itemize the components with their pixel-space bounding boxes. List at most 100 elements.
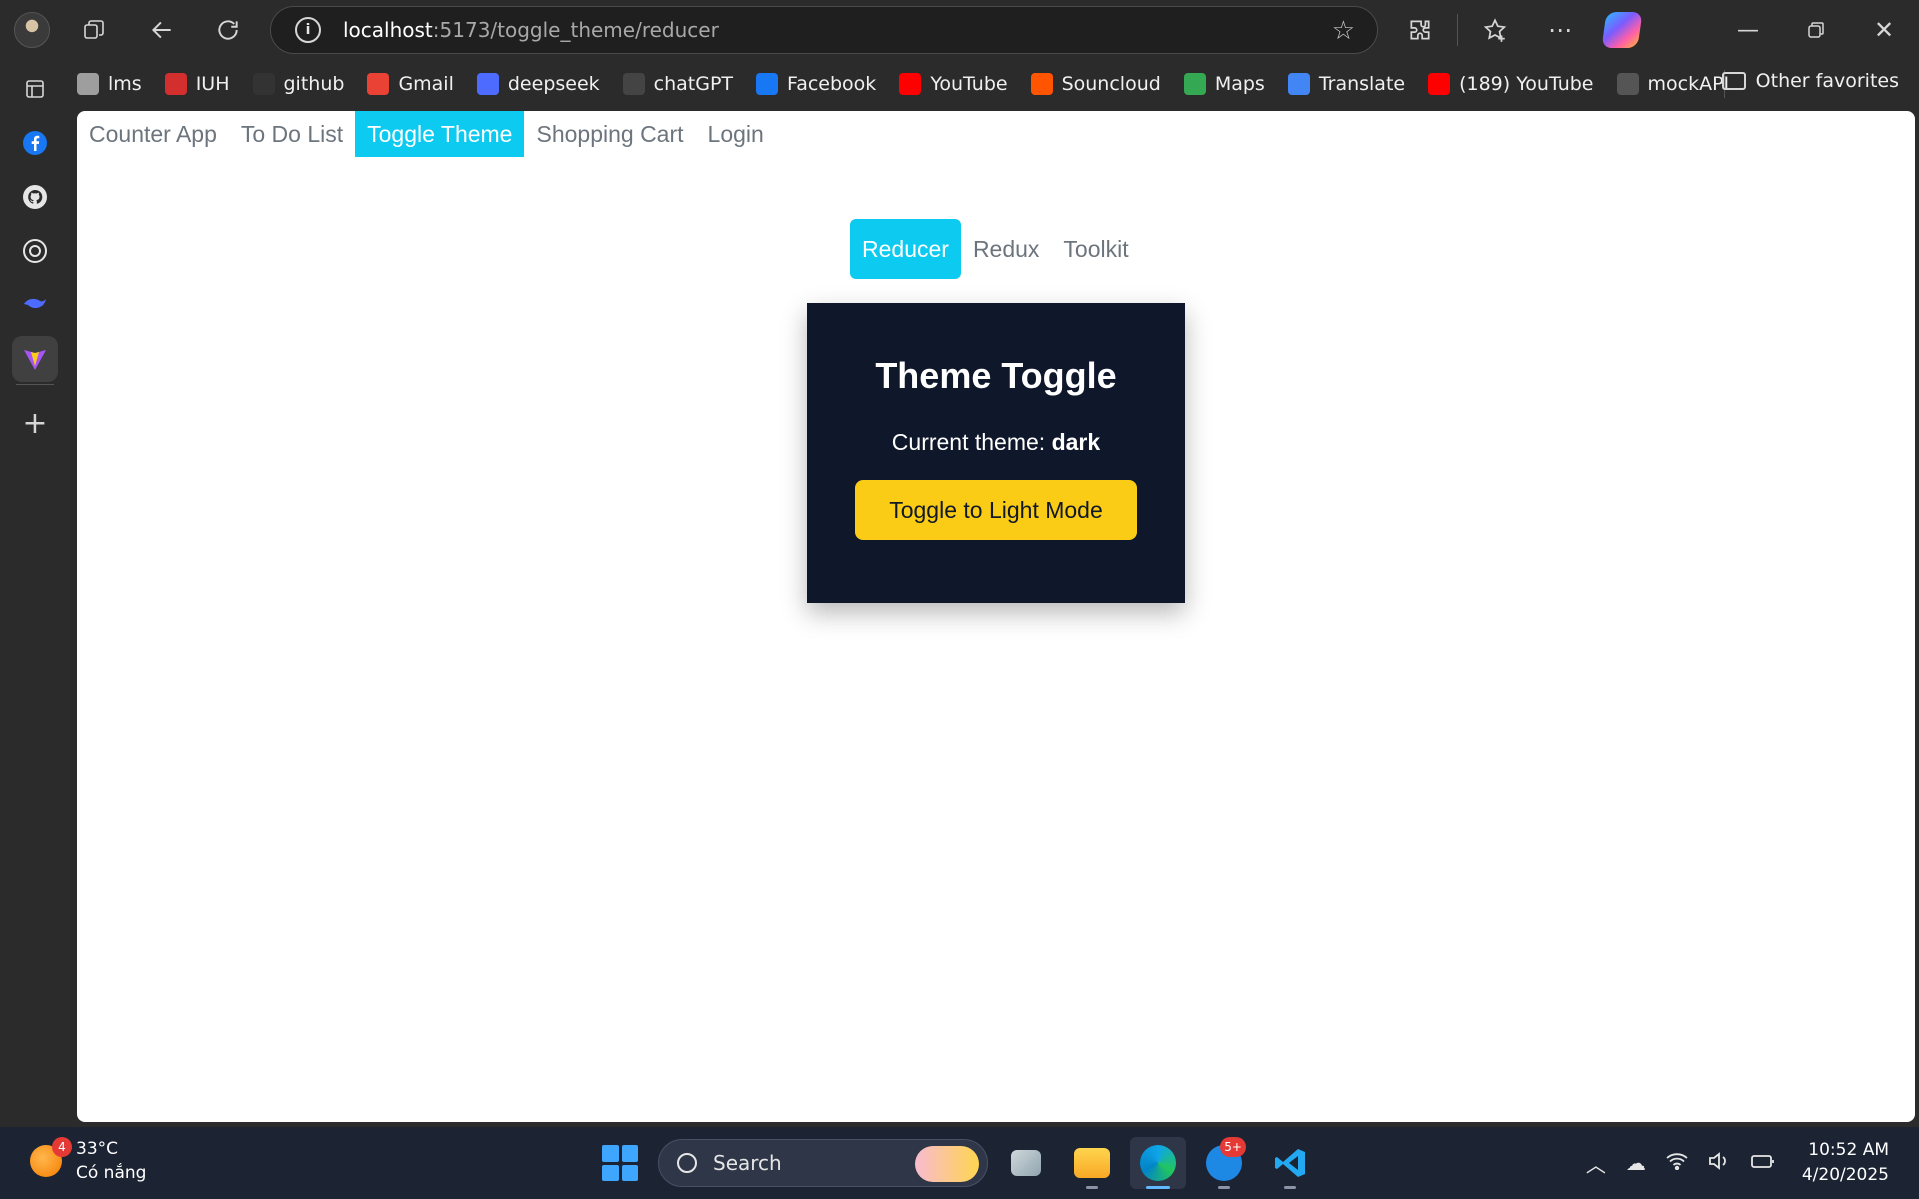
bookmark-label: Maps [1214,73,1265,95]
bookmark-facebook[interactable]: Facebook [756,73,876,95]
bookmark-deepseek[interactable]: deepseek [476,73,600,95]
bookmark-label: deepseek [507,73,600,95]
restore-icon[interactable] [1800,14,1832,46]
github-icon[interactable] [12,174,58,220]
favorite-star-icon[interactable]: ☆ [1332,16,1355,46]
bookmark-label: lms [108,73,142,95]
iuh-icon [164,73,187,95]
profile-avatar[interactable] [14,12,50,48]
site-info-icon[interactable]: i [295,17,321,43]
extensions-icon[interactable] [1404,14,1436,46]
taskbar-search[interactable]: Search [658,1139,988,1187]
battery-icon[interactable] [1750,1151,1776,1175]
bookmark-label: Souncloud [1061,73,1161,95]
edge-icon[interactable] [1130,1137,1186,1189]
nav-link-shopping-cart[interactable]: Shopping Cart [524,111,695,157]
tab-actions-icon[interactable] [12,66,58,112]
minimize-icon[interactable]: — [1732,14,1764,46]
close-icon[interactable]: ✕ [1868,14,1900,46]
nav-link-to-do-list[interactable]: To Do List [229,111,355,157]
system-tray: ︿ ☁ 10:52 AM 4/20/2025 [1566,1135,1889,1191]
theme-card: Theme Toggle Current theme: dark Toggle … [807,303,1185,603]
bookmark-translate[interactable]: Translate [1287,73,1406,95]
bookmarks-bar: lms IUH github Gmail deepseek chatGPT Facebook… [77,62,1752,106]
more-menu-icon[interactable]: ⋯ [1544,14,1576,46]
other-favorites-button[interactable]: Other favorites [1721,70,1899,92]
github-icon [252,73,275,95]
bookmark-gmail[interactable]: Gmail [367,73,454,95]
system-clock[interactable]: 10:52 AM 4/20/2025 [1802,1138,1889,1188]
nav-link-counter-app[interactable]: Counter App [77,111,229,157]
url-path: :5173/toggle_theme/reducer [432,18,719,42]
bookmark-label: Translate [1318,73,1406,95]
favorites-icon[interactable] [1479,14,1511,46]
chatgpt-icon[interactable] [12,228,58,274]
app-nav: Counter App To Do List Toggle Theme Shoppin… [77,111,776,157]
weather-widget[interactable]: 4 33°C Có nắng [30,1137,146,1185]
bookmark-souncloud[interactable]: Souncloud [1030,73,1161,95]
bookmark-label: mockAPI [1647,73,1730,95]
translate-icon [1287,73,1310,95]
subtab-redux[interactable]: Redux [961,219,1051,279]
sidebar-divider [16,384,54,385]
folder-icon [1721,72,1746,90]
youtube-icon [899,73,922,95]
url-text[interactable]: localhost:5173/toggle_theme/reducer [343,18,719,42]
back-icon[interactable] [146,14,178,46]
add-icon[interactable]: + [12,400,58,446]
bookmark-maps[interactable]: Maps [1183,73,1265,95]
bookmark-label: chatGPT [653,73,734,95]
bookmark-github[interactable]: github [252,73,344,95]
clock-date: 4/20/2025 [1801,1165,1889,1185]
toggle-theme-button[interactable]: Toggle to Light Mode [855,480,1137,540]
volume-icon[interactable] [1708,1151,1730,1176]
toolbar-divider [1457,14,1458,46]
mockapi-icon [1616,73,1639,95]
refresh-icon[interactable] [212,14,244,46]
bookmark-label: YouTube [930,73,1008,95]
bookmark-lms[interactable]: lms [77,73,142,95]
weather-sun-icon: 4 [30,1137,72,1177]
wifi-icon[interactable] [1666,1151,1688,1175]
card-title: Theme Toggle [875,355,1117,396]
bookmark-189-youtube[interactable]: (189) YouTube [1428,73,1594,95]
nav-link-toggle-theme[interactable]: Toggle Theme [355,111,525,157]
clock-time: 10:52 AM [1808,1140,1889,1160]
chevron-up-icon[interactable]: ︿ [1586,1149,1606,1178]
workspaces-icon[interactable] [78,14,110,46]
weather-condition: Có nắng [76,1163,147,1183]
weather-temp: 33°C [76,1139,119,1159]
nav-link-login[interactable]: Login [696,111,776,157]
subtab-reducer[interactable]: Reducer [850,219,961,279]
bookmark-iuh[interactable]: IUH [164,73,230,95]
other-favorites-label: Other favorites [1755,70,1899,92]
soundcloud-icon [1030,73,1053,95]
facebook-icon[interactable] [12,120,58,166]
bookmark-label: (189) YouTube [1459,73,1594,95]
maps-icon [1183,73,1206,95]
zalo-icon[interactable]: 5+ [1196,1137,1252,1189]
address-bar[interactable]: i localhost:5173/toggle_theme/reducer ☆ [270,6,1378,54]
vite-app-icon[interactable] [12,336,58,382]
bookmark-label: IUH [195,73,230,95]
url-host: localhost [343,18,433,42]
task-view-icon[interactable] [998,1137,1054,1189]
onedrive-icon[interactable]: ☁ [1626,1151,1646,1175]
subtab-toolkit[interactable]: Toolkit [1051,219,1140,279]
bookmark-chatgpt[interactable]: chatGPT [622,73,734,95]
theme-subtabs: Reducer Redux Toolkit [850,219,1141,279]
search-highlight-icon [915,1146,979,1182]
browser-titlebar: i localhost:5173/toggle_theme/reducer ☆ … [0,0,1919,60]
bookmark-label: Facebook [787,73,877,95]
deepseek-icon[interactable] [12,282,58,328]
facebook-icon [756,73,779,95]
copilot-icon[interactable] [1601,12,1643,48]
bookmark-youtube[interactable]: YouTube [899,73,1008,95]
vscode-icon[interactable] [1262,1137,1318,1189]
browser-sidebar: + [0,62,70,1126]
search-icon [677,1153,697,1173]
deepseek-icon [476,73,499,95]
file-explorer-icon[interactable] [1064,1137,1120,1189]
start-icon[interactable] [602,1145,638,1181]
bookmark-mockapi[interactable]: mockAPI [1616,73,1730,95]
